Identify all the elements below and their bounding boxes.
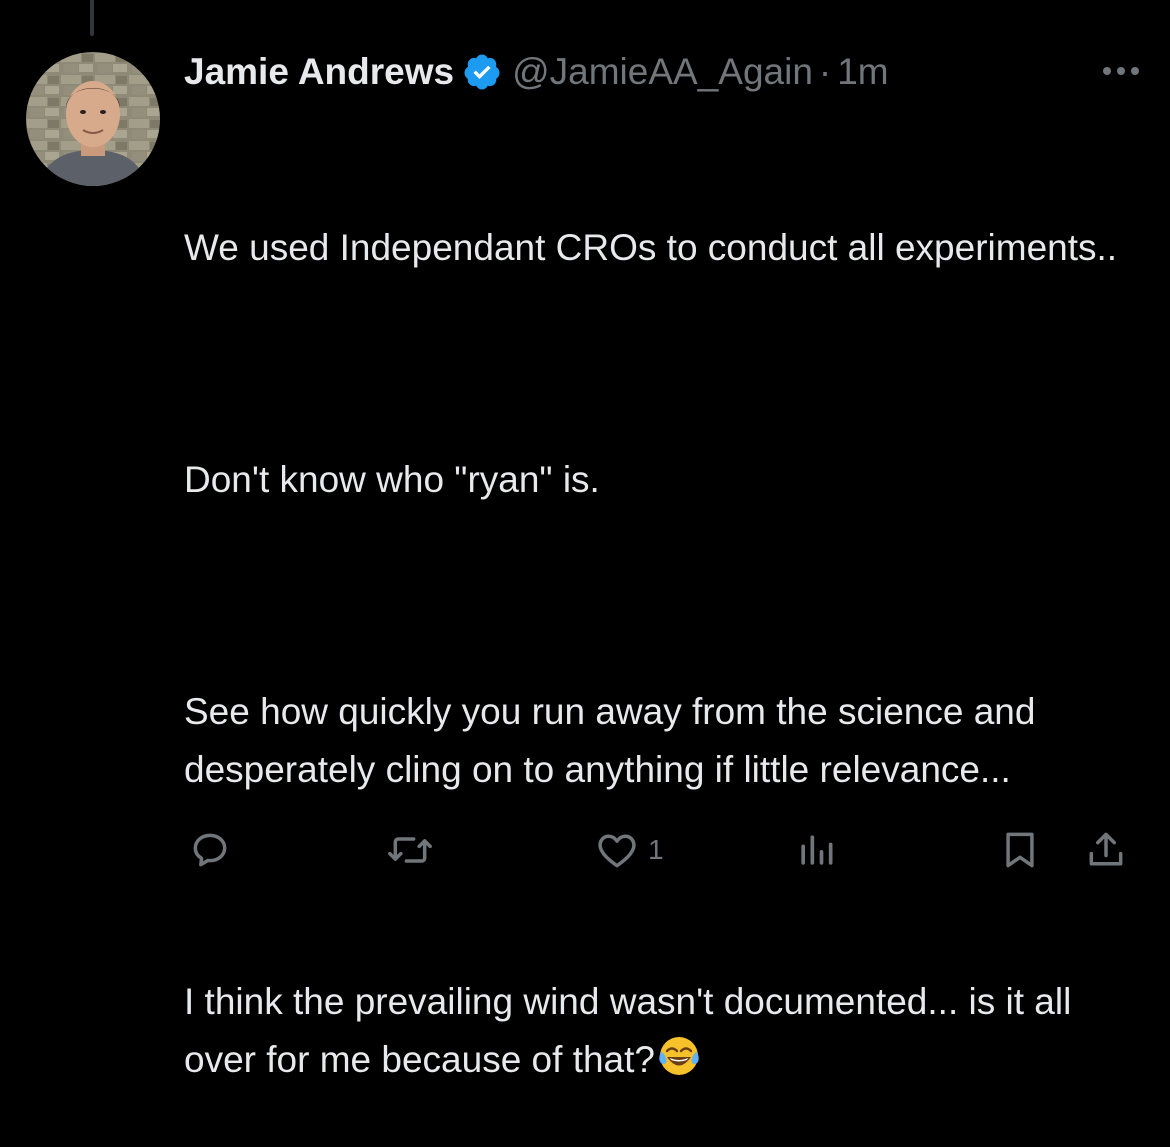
reply-button[interactable] — [188, 822, 240, 878]
tweet-paragraph: See how quickly you run away from the sc… — [184, 691, 1046, 790]
heart-icon — [598, 834, 636, 868]
author-handle[interactable]: @JamieAA_Again — [512, 51, 813, 93]
tweet-paragraph-text: I think the prevailing wind wasn't docum… — [184, 981, 1082, 1080]
avatar[interactable] — [26, 52, 160, 186]
like-count: 1 — [648, 834, 664, 865]
face-with-tears-of-joy-icon — [657, 1034, 701, 1078]
tweet-paragraph: We used Independant CROs to conduct all … — [184, 227, 1118, 268]
share-icon — [1089, 832, 1123, 866]
views-button[interactable] — [794, 822, 846, 878]
bookmark-button[interactable] — [998, 822, 1042, 878]
more-options-button[interactable] — [1098, 48, 1144, 94]
analytics-bars-icon — [801, 835, 833, 865]
thread-connector-line — [90, 0, 94, 36]
bookmark-icon — [1006, 832, 1034, 868]
tweet-text: We used Independant CROs to conduct all … — [184, 103, 1134, 1147]
author-display-name[interactable]: Jamie Andrews — [184, 51, 454, 93]
retweet-icon — [388, 837, 432, 863]
like-button[interactable]: 1 — [594, 822, 664, 878]
more-dots-icon — [1103, 67, 1139, 75]
header-separator: · — [818, 51, 832, 92]
tweet-timestamp[interactable]: 1m — [837, 51, 888, 93]
retweet-button[interactable] — [386, 822, 442, 878]
tweet-header: Jamie Andrews @JamieAA_Again · 1m — [184, 46, 1144, 98]
tweet-paragraph: Don't know who "ryan" is. — [184, 459, 600, 500]
verified-badge-icon — [462, 52, 502, 92]
tweet-paragraph-last: I think the prevailing wind wasn't docum… — [184, 973, 1134, 1089]
tweet-actions-bar: 1 — [184, 822, 1144, 878]
reply-icon — [193, 833, 227, 867]
share-button[interactable] — [1084, 822, 1128, 878]
